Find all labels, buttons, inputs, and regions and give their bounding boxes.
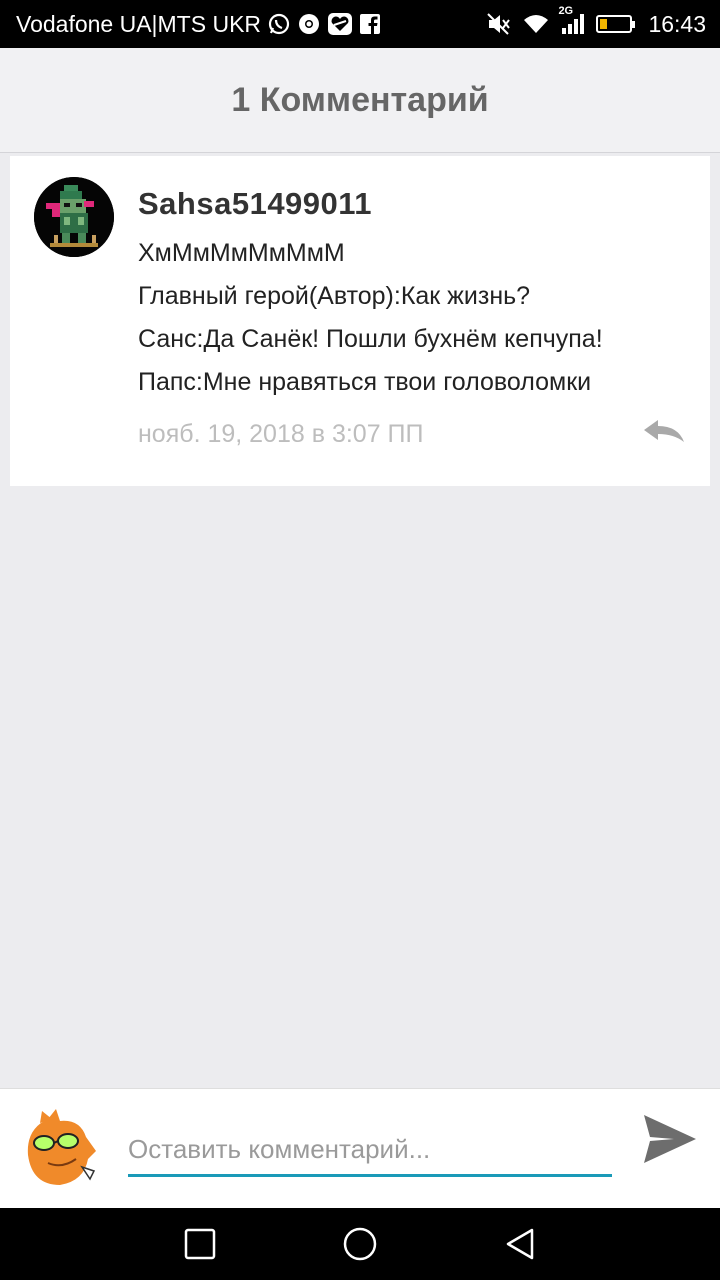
send-icon: [644, 1115, 696, 1163]
header: 1 Комментарий: [0, 48, 720, 153]
comment-line: Папс:Мне нравяться твои головоломки: [138, 368, 592, 396]
reply-arrow-icon: [644, 420, 684, 442]
back-triangle-icon: [506, 1228, 534, 1260]
back-button[interactable]: [502, 1226, 538, 1262]
comment-line: Санс:Да Санёк! Пошли бухнём кепчупа!: [138, 325, 603, 353]
author-avatar[interactable]: [34, 177, 114, 257]
current-user-avatar: [18, 1107, 98, 1191]
author-name[interactable]: Sahsa51499011: [138, 186, 690, 222]
comment-line: ХмМмМмМмМмМ: [138, 239, 345, 267]
fox-character-icon: [27, 1109, 97, 1185]
page-title: 1 Комментарий: [231, 80, 489, 119]
comment-line: Главный герой(Автор):Как жизнь?: [138, 282, 531, 310]
status-bar: Vodafone UA|MTS UKR 2G 16:43: [0, 0, 720, 48]
clock: 16:43: [648, 10, 706, 37]
facebook-icon: [359, 13, 381, 35]
screen: Vodafone UA|MTS UKR 2G 16:43 1 Комментар…: [0, 0, 720, 1280]
comment-timestamp: нояб. 19, 2018 в 3:07 ПП: [138, 420, 424, 448]
status-right: 2G 16:43: [486, 5, 706, 38]
whatsapp-icon: [267, 12, 291, 36]
comment-input[interactable]: [128, 1125, 612, 1177]
network-type-label: 2G: [558, 5, 574, 17]
reply-button[interactable]: [642, 418, 686, 446]
send-button[interactable]: [640, 1111, 698, 1167]
mute-icon: [486, 12, 512, 36]
signal-icon: 2G: [558, 5, 586, 35]
status-left: Vodafone UA|MTS UKR: [16, 11, 381, 38]
battery-level: [600, 19, 608, 29]
recents-button[interactable]: [182, 1226, 218, 1262]
heart-app-icon: [327, 12, 353, 36]
recents-square-icon: [184, 1228, 216, 1260]
wifi-icon: [522, 13, 550, 35]
battery-icon: [596, 15, 636, 33]
comment-composer: [0, 1088, 720, 1209]
carrier-label: Vodafone UA|MTS UKR: [16, 10, 262, 37]
navigation-bar: [0, 1208, 720, 1280]
home-circle-icon: [343, 1227, 377, 1261]
pixel-character-icon: [34, 177, 114, 257]
chrome-icon: [297, 12, 321, 36]
comment-card: Sahsa51499011 ХмМмМмМмМмМ Главный герой(…: [10, 156, 710, 486]
home-button[interactable]: [342, 1226, 378, 1262]
comment-body: Sahsa51499011 ХмМмМмМмМмМ Главный герой(…: [138, 186, 690, 412]
